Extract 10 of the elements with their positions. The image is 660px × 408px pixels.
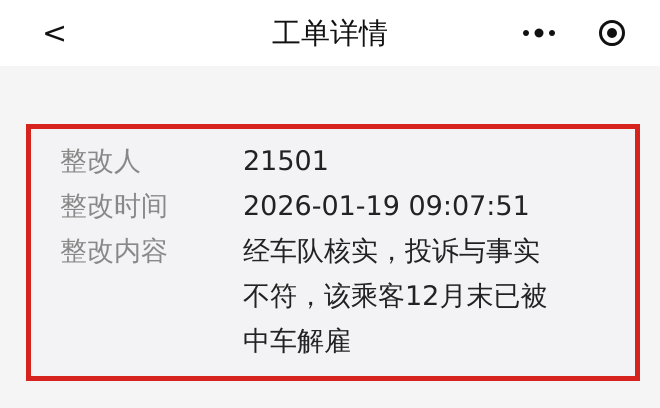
field-value: 2026-01-19 09:07:51 [243, 190, 531, 224]
field-label: 整改人 [60, 145, 142, 179]
page-title: 工单详情 [272, 15, 388, 52]
field-label: 整改时间 [60, 190, 169, 224]
field-label: 整改内容 [60, 235, 169, 269]
more-icon[interactable] [522, 28, 556, 38]
close-icon[interactable] [598, 19, 626, 47]
field-value: 21501 [243, 145, 330, 179]
field-value: 经车队核实，投诉与事实不符，该乘客12月末已被中车解雇 [243, 235, 548, 359]
back-button[interactable]: < [36, 16, 74, 50]
